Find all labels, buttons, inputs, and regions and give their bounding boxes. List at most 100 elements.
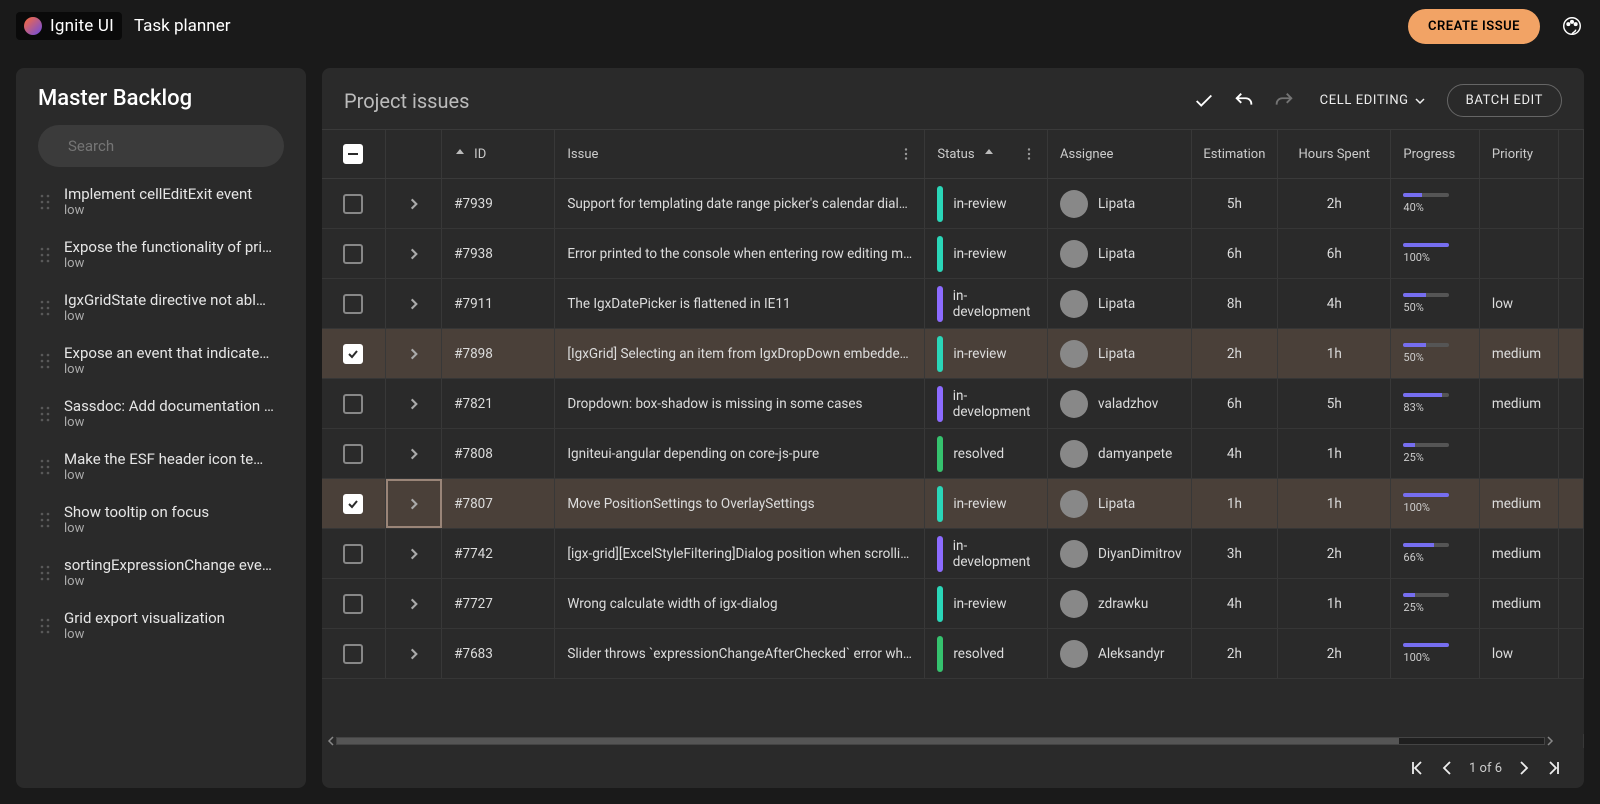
create-issue-button[interactable]: CREATE ISSUE xyxy=(1408,9,1540,44)
drag-handle-icon[interactable] xyxy=(38,503,52,536)
backlog-item[interactable]: Grid export visualization low xyxy=(16,599,306,652)
table-row[interactable]: #7939 Support for templating date range … xyxy=(322,179,1584,229)
cell-progress: 100% xyxy=(1391,629,1480,678)
table-row[interactable]: #7742 [igx-grid][ExcelStyleFiltering]Dia… xyxy=(322,529,1584,579)
drag-handle-icon[interactable] xyxy=(38,344,52,377)
search-input[interactable] xyxy=(68,137,267,155)
backlog-item[interactable]: Sassdoc: Add documentation … low xyxy=(16,387,306,440)
cell-status: in-review xyxy=(925,329,1048,378)
search-field[interactable] xyxy=(38,125,284,167)
grid-body[interactable]: #7939 Support for templating date range … xyxy=(322,179,1584,734)
table-row[interactable]: #7808 Igniteui-angular depending on core… xyxy=(322,429,1584,479)
cell-id: #7939 xyxy=(442,179,555,228)
cell-estimation: 1h xyxy=(1192,479,1279,528)
row-checkbox[interactable] xyxy=(343,394,363,414)
table-row[interactable]: #7821 Dropdown: box-shadow is missing in… xyxy=(322,379,1584,429)
avatar xyxy=(1060,590,1088,618)
cell-id: #7727 xyxy=(442,579,555,628)
cell-issue: Wrong calculate width of igx-dialog xyxy=(555,579,925,628)
scroll-down-icon[interactable] xyxy=(1559,734,1584,748)
expand-row-button[interactable] xyxy=(386,429,442,478)
expand-row-button[interactable] xyxy=(386,629,442,678)
cell-editing-dropdown[interactable]: CELL EDITING xyxy=(1310,93,1435,108)
cell-issue: Support for templating date range picker… xyxy=(555,179,925,228)
backlog-item-priority: low xyxy=(64,256,284,271)
row-checkbox[interactable] xyxy=(343,494,363,514)
table-row[interactable]: #7727 Wrong calculate width of igx-dialo… xyxy=(322,579,1584,629)
col-estimation[interactable]: Estimation xyxy=(1192,130,1279,178)
table-row[interactable]: #7911 The IgxDatePicker is flattened in … xyxy=(322,279,1584,329)
page-first-icon[interactable] xyxy=(1409,760,1425,776)
cell-assignee: Lipata xyxy=(1048,329,1192,378)
col-id[interactable]: ID xyxy=(442,130,555,178)
drag-handle-icon[interactable] xyxy=(38,556,52,589)
expand-row-button[interactable] xyxy=(386,479,442,528)
col-priority[interactable]: Priority xyxy=(1480,130,1559,178)
col-issue[interactable]: Issue xyxy=(555,130,925,178)
batch-edit-button[interactable]: BATCH EDIT xyxy=(1447,84,1562,117)
undo-icon[interactable] xyxy=(1230,87,1258,115)
backlog-item[interactable]: Expose an event that indicate… low xyxy=(16,334,306,387)
cell-priority xyxy=(1480,179,1559,228)
row-checkbox[interactable] xyxy=(343,344,363,364)
row-checkbox[interactable] xyxy=(343,644,363,664)
expand-row-button[interactable] xyxy=(386,529,442,578)
backlog-item[interactable]: IgxGridState directive not abl… low xyxy=(16,281,306,334)
drag-handle-icon[interactable] xyxy=(38,238,52,271)
cell-assignee: Lipata xyxy=(1048,279,1192,328)
backlog-item[interactable]: Implement cellEditExit event low xyxy=(16,175,306,228)
cell-status: in-development xyxy=(925,379,1048,428)
drag-handle-icon[interactable] xyxy=(38,450,52,483)
col-hours[interactable]: Hours Spent xyxy=(1278,130,1391,178)
col-status[interactable]: Status xyxy=(925,130,1048,178)
backlog-item[interactable]: sortingExpressionChange eve… low xyxy=(16,546,306,599)
backlog-item[interactable]: Make the ESF header icon te… low xyxy=(16,440,306,493)
brand-logo-icon xyxy=(24,17,42,35)
cell-assignee: valadzhov xyxy=(1048,379,1192,428)
col-assignee[interactable]: Assignee xyxy=(1048,130,1192,178)
expand-row-button[interactable] xyxy=(386,579,442,628)
table-row[interactable]: #7683 Slider throws `expressionChangeAft… xyxy=(322,629,1584,679)
column-menu-icon[interactable] xyxy=(900,148,912,160)
drag-handle-icon[interactable] xyxy=(38,185,52,218)
theme-palette-icon[interactable] xyxy=(1560,14,1584,38)
page-last-icon[interactable] xyxy=(1546,760,1562,776)
horizontal-scrollbar[interactable] xyxy=(322,734,1559,748)
backlog-item[interactable]: Expose the functionality of pri… low xyxy=(16,228,306,281)
table-row[interactable]: #7938 Error printed to the console when … xyxy=(322,229,1584,279)
drag-handle-icon[interactable] xyxy=(38,609,52,642)
backlog-item[interactable]: Show tooltip on focus low xyxy=(16,493,306,546)
cell-priority: low xyxy=(1480,629,1559,678)
commit-icon[interactable] xyxy=(1190,87,1218,115)
redo-icon[interactable] xyxy=(1270,87,1298,115)
drag-handle-icon[interactable] xyxy=(38,291,52,324)
expand-row-button[interactable] xyxy=(386,229,442,278)
row-checkbox[interactable] xyxy=(343,244,363,264)
table-row[interactable]: #7898 [IgxGrid] Selecting an item from I… xyxy=(322,329,1584,379)
expand-row-button[interactable] xyxy=(386,329,442,378)
cell-estimation: 2h xyxy=(1192,329,1279,378)
row-checkbox[interactable] xyxy=(343,294,363,314)
cell-id: #7821 xyxy=(442,379,555,428)
sort-asc-icon xyxy=(983,148,995,160)
page-prev-icon[interactable] xyxy=(1439,760,1455,776)
row-checkbox[interactable] xyxy=(343,194,363,214)
select-all-checkbox[interactable] xyxy=(322,130,386,178)
backlog-list[interactable]: Implement cellEditExit event low Expose … xyxy=(16,175,306,780)
column-menu-icon[interactable] xyxy=(1023,148,1035,160)
cell-id: #7898 xyxy=(442,329,555,378)
expand-row-button[interactable] xyxy=(386,279,442,328)
drag-handle-icon[interactable] xyxy=(38,397,52,430)
table-row[interactable]: #7807 Move PositionSettings to OverlaySe… xyxy=(322,479,1584,529)
avatar xyxy=(1060,390,1088,418)
expand-row-button[interactable] xyxy=(386,379,442,428)
backlog-item-priority: low xyxy=(64,362,284,377)
col-progress[interactable]: Progress xyxy=(1391,130,1480,178)
page-next-icon[interactable] xyxy=(1516,760,1532,776)
row-checkbox[interactable] xyxy=(343,544,363,564)
scroll-up-icon[interactable] xyxy=(1559,130,1584,178)
expand-row-button[interactable] xyxy=(386,179,442,228)
row-checkbox[interactable] xyxy=(343,594,363,614)
cell-progress: 66% xyxy=(1391,529,1480,578)
row-checkbox[interactable] xyxy=(343,444,363,464)
